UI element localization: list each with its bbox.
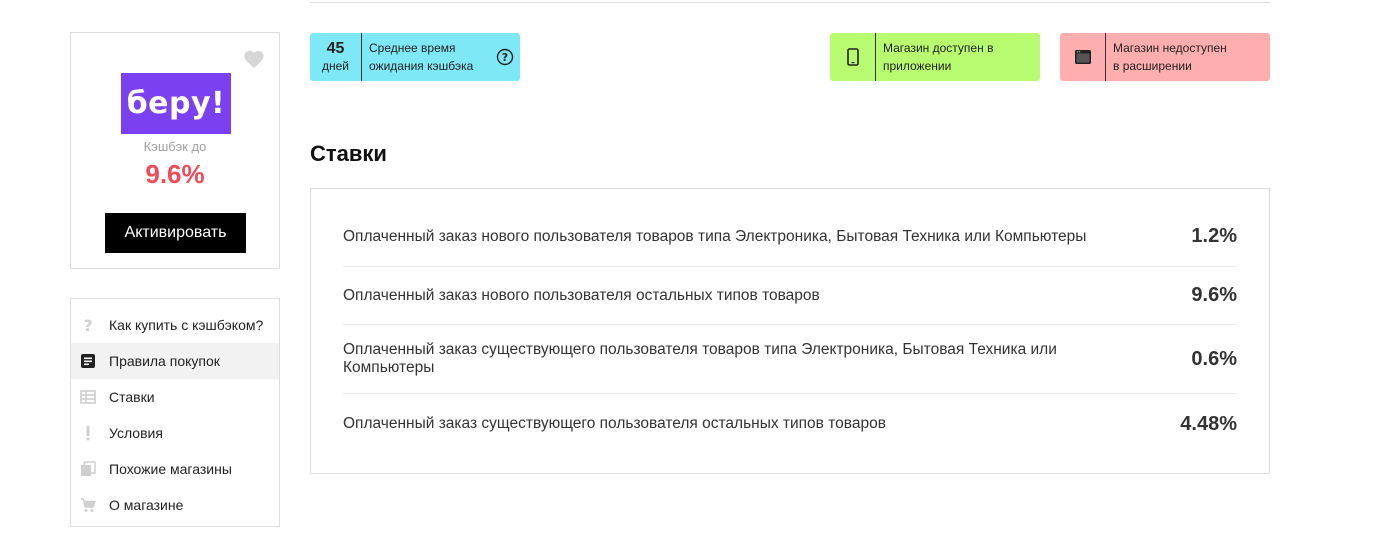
menu-item-about-store[interactable]: О магазине	[71, 487, 279, 523]
rate-description: Оплаченный заказ существующего пользоват…	[343, 415, 886, 432]
cart-icon	[79, 496, 97, 514]
top-divider	[310, 0, 1270, 3]
wait-days-text: Среднее время ожидания кэшбэка	[369, 41, 474, 73]
extension-unavailable-text: Магазин недоступен в расширении	[1113, 41, 1227, 73]
rate-description: Оплаченный заказ нового пользователя тов…	[343, 227, 1087, 245]
menu-item-label: Как купить с кэшбэком?	[109, 317, 264, 333]
wait-days-number: 45	[326, 40, 345, 57]
rate-value: 0.6%	[1191, 347, 1237, 370]
rate-description: Оплаченный заказ существующего пользоват…	[343, 341, 1057, 376]
store-logo: беру!	[121, 73, 231, 134]
rate-row: Оплаченный заказ существующего пользоват…	[343, 325, 1237, 394]
heart-icon[interactable]	[243, 49, 265, 69]
wait-days-unit: дней	[321, 59, 349, 73]
menu-item-label: Правила покупок	[109, 353, 220, 369]
rules-icon	[79, 352, 97, 370]
table-icon	[79, 388, 97, 406]
side-menu: ? Как купить с кэшбэком? Правила покупок…	[70, 298, 280, 527]
menu-item-label: О магазине	[109, 497, 184, 513]
app-available-text: Магазин доступен в приложении	[883, 41, 994, 73]
rate-row: Оплаченный заказ существующего пользоват…	[343, 394, 1237, 454]
question-icon: ?	[79, 316, 97, 334]
cashback-value: 9.6%	[145, 159, 205, 189]
rate-description: Оплаченный заказ нового пользователя ост…	[343, 286, 820, 304]
menu-item-label: Похожие магазины	[109, 461, 232, 477]
rate-row: Оплаченный заказ нового пользователя ост…	[343, 267, 1237, 325]
rates-table: Оплаченный заказ нового пользователя тов…	[310, 188, 1270, 474]
rate-value: 4.48%	[1180, 412, 1237, 435]
menu-item-similar-stores[interactable]: Похожие магазины	[71, 451, 279, 487]
rate-value: 1.2%	[1191, 225, 1237, 247]
menu-item-label: Условия	[109, 425, 163, 441]
rates-title: Ставки	[310, 141, 387, 166]
phone-icon	[830, 33, 876, 81]
menu-item-label: Ставки	[109, 389, 155, 405]
store-card: беру! Кэшбэк до 9.6% Активировать	[70, 32, 280, 269]
app-available-badge: Магазин доступен в приложении	[830, 33, 1040, 81]
svg-text:?: ?	[83, 317, 92, 333]
svg-text:?: ?	[502, 51, 508, 64]
menu-item-purchase-rules[interactable]: Правила покупок	[71, 343, 279, 379]
menu-item-conditions[interactable]: Условия	[71, 415, 279, 451]
menu-item-rates[interactable]: Ставки	[71, 379, 279, 415]
menu-item-how-to-buy[interactable]: ? Как купить с кэшбэком?	[71, 307, 279, 343]
wait-days: 45 дней	[310, 33, 362, 81]
exclamation-icon	[79, 424, 97, 442]
rate-row: Оплаченный заказ нового пользователя тов…	[343, 207, 1237, 267]
cashback-wait-badge: 45 дней Среднее время ожидания кэшбэка ?	[310, 33, 520, 81]
help-circle-icon[interactable]: ?	[496, 48, 514, 66]
browser-window-icon	[1060, 33, 1106, 81]
rate-value: 9.6%	[1191, 284, 1237, 306]
activate-button[interactable]: Активировать	[105, 213, 246, 253]
extension-unavailable-badge: Магазин недоступен в расширении	[1060, 33, 1270, 81]
cashback-label: Кэшбэк до	[143, 139, 207, 154]
copy-icon	[79, 460, 97, 478]
